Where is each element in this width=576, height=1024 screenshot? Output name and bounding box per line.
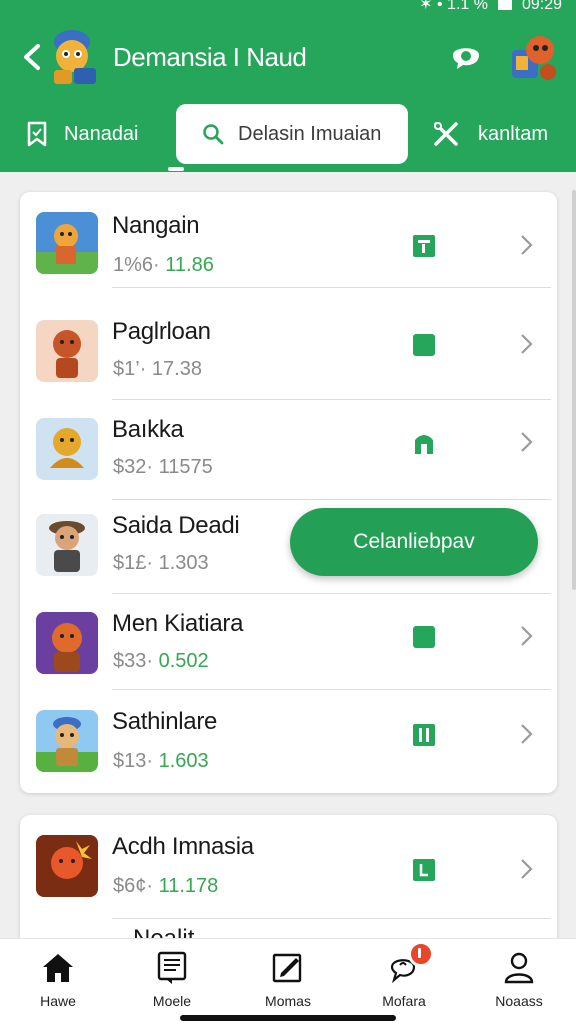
square-icon — [413, 334, 435, 356]
person-icon — [504, 952, 534, 984]
app-header: ✶ • 1.1 % 09:29 Demansia I Naud Nanadai — [0, 0, 576, 172]
item-price: $33· 0.502 — [113, 650, 209, 673]
nav-label: Momas — [265, 993, 311, 1009]
price-value: 1.303 — [158, 552, 209, 574]
item-name: Saida Deadi — [112, 512, 240, 539]
game-thumbnail-icon — [36, 710, 98, 772]
items-card: Nangain 1%6· 11.86 Paglrloan $1’· 17.38 — [20, 192, 557, 793]
notes-icon — [157, 951, 187, 984]
tab-delasin-imuaian[interactable]: Delasin Imuaian — [176, 104, 408, 164]
tab-label: kanltam — [478, 122, 549, 145]
list-item[interactable]: Baıkka $32· 11575 — [20, 398, 557, 500]
price-value: 11.86 — [165, 254, 214, 276]
l-icon — [413, 859, 435, 881]
item-name: Men Kiatiara — [112, 610, 244, 637]
scrollbar[interactable] — [572, 190, 576, 590]
nav-label: Noaass — [495, 993, 543, 1009]
status-bar: ✶ • 1.1 % 09:29 — [419, 0, 562, 14]
game-thumbnail-icon — [36, 835, 98, 897]
items-card-secondary: Acdh Imnasia $6¢· 11.178 Nealit — [20, 815, 557, 955]
list-item[interactable]: Paglrloan $1’· 17.38 — [20, 300, 557, 400]
item-price: $1£· 1.303 — [113, 552, 209, 575]
home-indicator[interactable] — [180, 1015, 396, 1021]
book-icon — [413, 724, 435, 746]
chevron-right-icon[interactable] — [515, 856, 537, 882]
nav-edit[interactable]: Momas — [240, 939, 336, 1024]
price-prefix: $1£· — [113, 552, 154, 574]
search-icon — [203, 124, 224, 145]
price-prefix: 1%6· — [113, 254, 160, 276]
price-prefix: $1’· — [113, 358, 147, 380]
nav-label: Moele — [152, 993, 192, 1009]
notification-badge — [408, 941, 434, 967]
price-value: 0.502 — [158, 650, 209, 672]
edit-icon — [272, 953, 302, 983]
item-price: $6¢· 11.178 — [113, 875, 218, 898]
divider — [112, 918, 551, 919]
status-time: 09:29 — [521, 0, 562, 13]
price-prefix: $33· — [113, 650, 154, 672]
price-prefix: $32· — [113, 456, 154, 478]
nav-profile[interactable]: Noaass — [471, 939, 567, 1024]
item-name: Baıkka — [112, 416, 184, 443]
bookmark-icon — [27, 121, 47, 147]
home-icon — [43, 954, 73, 982]
tab-nanadai[interactable]: Nanadai — [26, 104, 139, 164]
list-item[interactable]: Nangain 1%6· 11.86 — [20, 192, 557, 288]
chevron-right-icon[interactable] — [515, 721, 537, 747]
tab-label: Nanadai — [64, 122, 139, 145]
chevron-right-icon[interactable] — [515, 331, 537, 357]
game-thumbnail-icon — [36, 612, 98, 674]
chevron-right-icon[interactable] — [515, 429, 537, 455]
chevron-right-icon[interactable] — [515, 232, 537, 258]
game-thumbnail-icon — [36, 418, 98, 480]
bottom-navigation: Hawe Moele Momas Mofara Noaass — [0, 938, 576, 1024]
nav-home[interactable]: Hawe — [10, 939, 106, 1024]
item-name: Nangain — [112, 212, 200, 239]
price-value: 1.603 — [158, 750, 209, 772]
price-value: 17.38 — [151, 358, 202, 380]
game-thumbnail-icon — [36, 514, 98, 576]
item-name: Sathinlare — [112, 708, 218, 735]
app-title: Demansia I Naud — [113, 42, 307, 72]
mascot-avatar-icon — [54, 30, 96, 84]
tools-icon — [434, 122, 458, 146]
nav-chat[interactable]: Mofara — [356, 939, 452, 1024]
list-item[interactable]: Sathinlare $13· 1.603 — [20, 690, 557, 793]
item-price: $32· 11575 — [113, 456, 213, 479]
battery-icon — [497, 0, 512, 10]
floating-action-button[interactable]: Celanliebpav — [290, 508, 538, 576]
game-thumbnail-icon — [36, 212, 98, 274]
price-prefix: $13· — [113, 750, 154, 772]
nav-label: Hawe — [40, 993, 76, 1009]
back-arrow-icon[interactable] — [20, 42, 46, 72]
item-name: Paglrloan — [112, 318, 211, 345]
price-value: 11.178 — [158, 875, 219, 897]
item-name: Acdh Imnasia — [112, 833, 254, 860]
item-price: 1%6· 11.86 — [113, 254, 214, 277]
lock-icon — [415, 435, 433, 454]
profile-avatar-icon[interactable] — [508, 30, 560, 82]
chat-bubble-icon[interactable] — [449, 40, 483, 72]
nav-notes[interactable]: Moele — [124, 939, 220, 1024]
game-thumbnail-icon — [36, 320, 98, 382]
chevron-right-icon[interactable] — [515, 623, 537, 649]
tab-kanltam[interactable]: kanltam — [432, 104, 548, 164]
square-icon — [413, 626, 435, 648]
tab-label: Delasin Imuaian — [238, 122, 382, 145]
nav-label: Mofara — [382, 993, 426, 1009]
divider — [112, 287, 551, 288]
item-price: $1’· 17.38 — [113, 358, 202, 381]
list-item[interactable]: Acdh Imnasia $6¢· 11.178 — [20, 815, 557, 919]
tab-indicator — [168, 167, 184, 171]
list-item[interactable]: Men Kiatiara $33· 0.502 — [20, 592, 557, 690]
item-price: $13· 1.603 — [113, 750, 209, 773]
price-value: 11575 — [158, 456, 213, 478]
price-prefix: $6¢· — [113, 875, 154, 897]
signal-indicator: ✶ • 1.1 % — [419, 0, 488, 13]
doc-icon — [413, 235, 435, 257]
